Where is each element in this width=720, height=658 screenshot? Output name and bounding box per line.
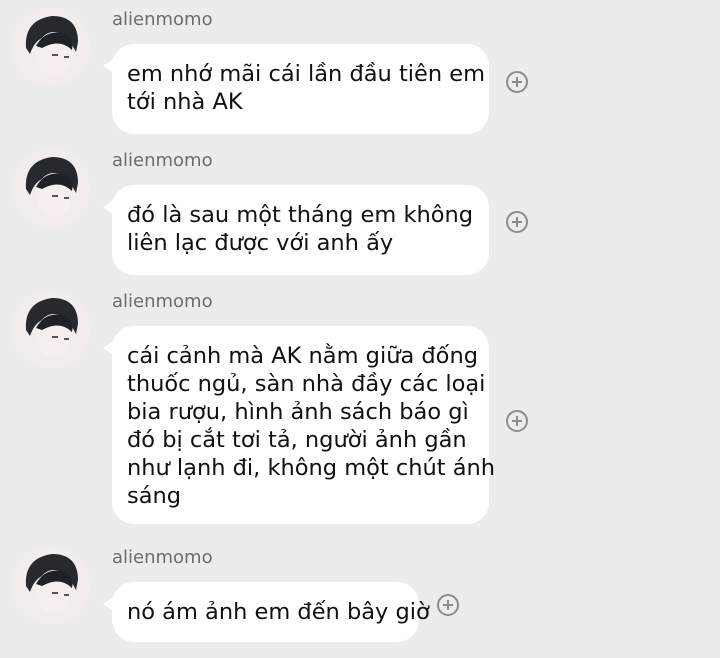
- add-reaction-icon[interactable]: [506, 211, 528, 233]
- avatar-photo-icon: [12, 290, 90, 368]
- message-text: cái cảnh mà AK nằm giữa đống: [127, 343, 478, 369]
- avatar[interactable]: [12, 149, 90, 227]
- sender-name: alienmomo: [112, 150, 213, 171]
- avatar[interactable]: [12, 8, 90, 86]
- message-text: liên lạc được với anh ấy: [127, 230, 394, 256]
- message-text: sáng: [127, 483, 182, 509]
- message-bubble[interactable]: đó là sau một tháng em không liên lạc đư…: [103, 185, 489, 275]
- avatar-photo-icon: [12, 149, 90, 227]
- add-reaction-icon[interactable]: [506, 410, 528, 432]
- message-text: thuốc ngủ, sàn nhà đầy các loại: [127, 371, 486, 397]
- avatar-photo-icon: [12, 8, 90, 86]
- avatar[interactable]: [12, 546, 90, 624]
- message-text: nó ám ảnh em đến bây giờ: [127, 599, 430, 625]
- message-text: đó là sau một tháng em không: [127, 202, 474, 228]
- message-bubble[interactable]: em nhớ mãi cái lần đầu tiên em tới nhà A…: [103, 44, 489, 134]
- add-reaction-icon[interactable]: [506, 71, 528, 93]
- avatar[interactable]: [12, 290, 90, 368]
- sender-name: alienmomo: [112, 547, 213, 568]
- message-text: tới nhà AK: [127, 89, 243, 115]
- message-text: như lạnh đi, không một chút ánh: [127, 455, 496, 481]
- sender-name: alienmomo: [112, 9, 213, 30]
- add-reaction-icon[interactable]: [437, 594, 459, 616]
- message-bubble[interactable]: nó ám ảnh em đến bây giờ: [103, 582, 430, 642]
- message-text: em nhớ mãi cái lần đầu tiên em: [127, 61, 486, 87]
- avatar-photo-icon: [12, 546, 90, 624]
- sender-name: alienmomo: [112, 291, 213, 312]
- message-text: bia rượu, hình ảnh sách báo gì: [127, 399, 469, 425]
- message-bubble[interactable]: cái cảnh mà AK nằm giữa đống thuốc ngủ, …: [103, 326, 496, 524]
- message-text: đó bị cắt tơi tả, người ảnh gần: [127, 427, 467, 453]
